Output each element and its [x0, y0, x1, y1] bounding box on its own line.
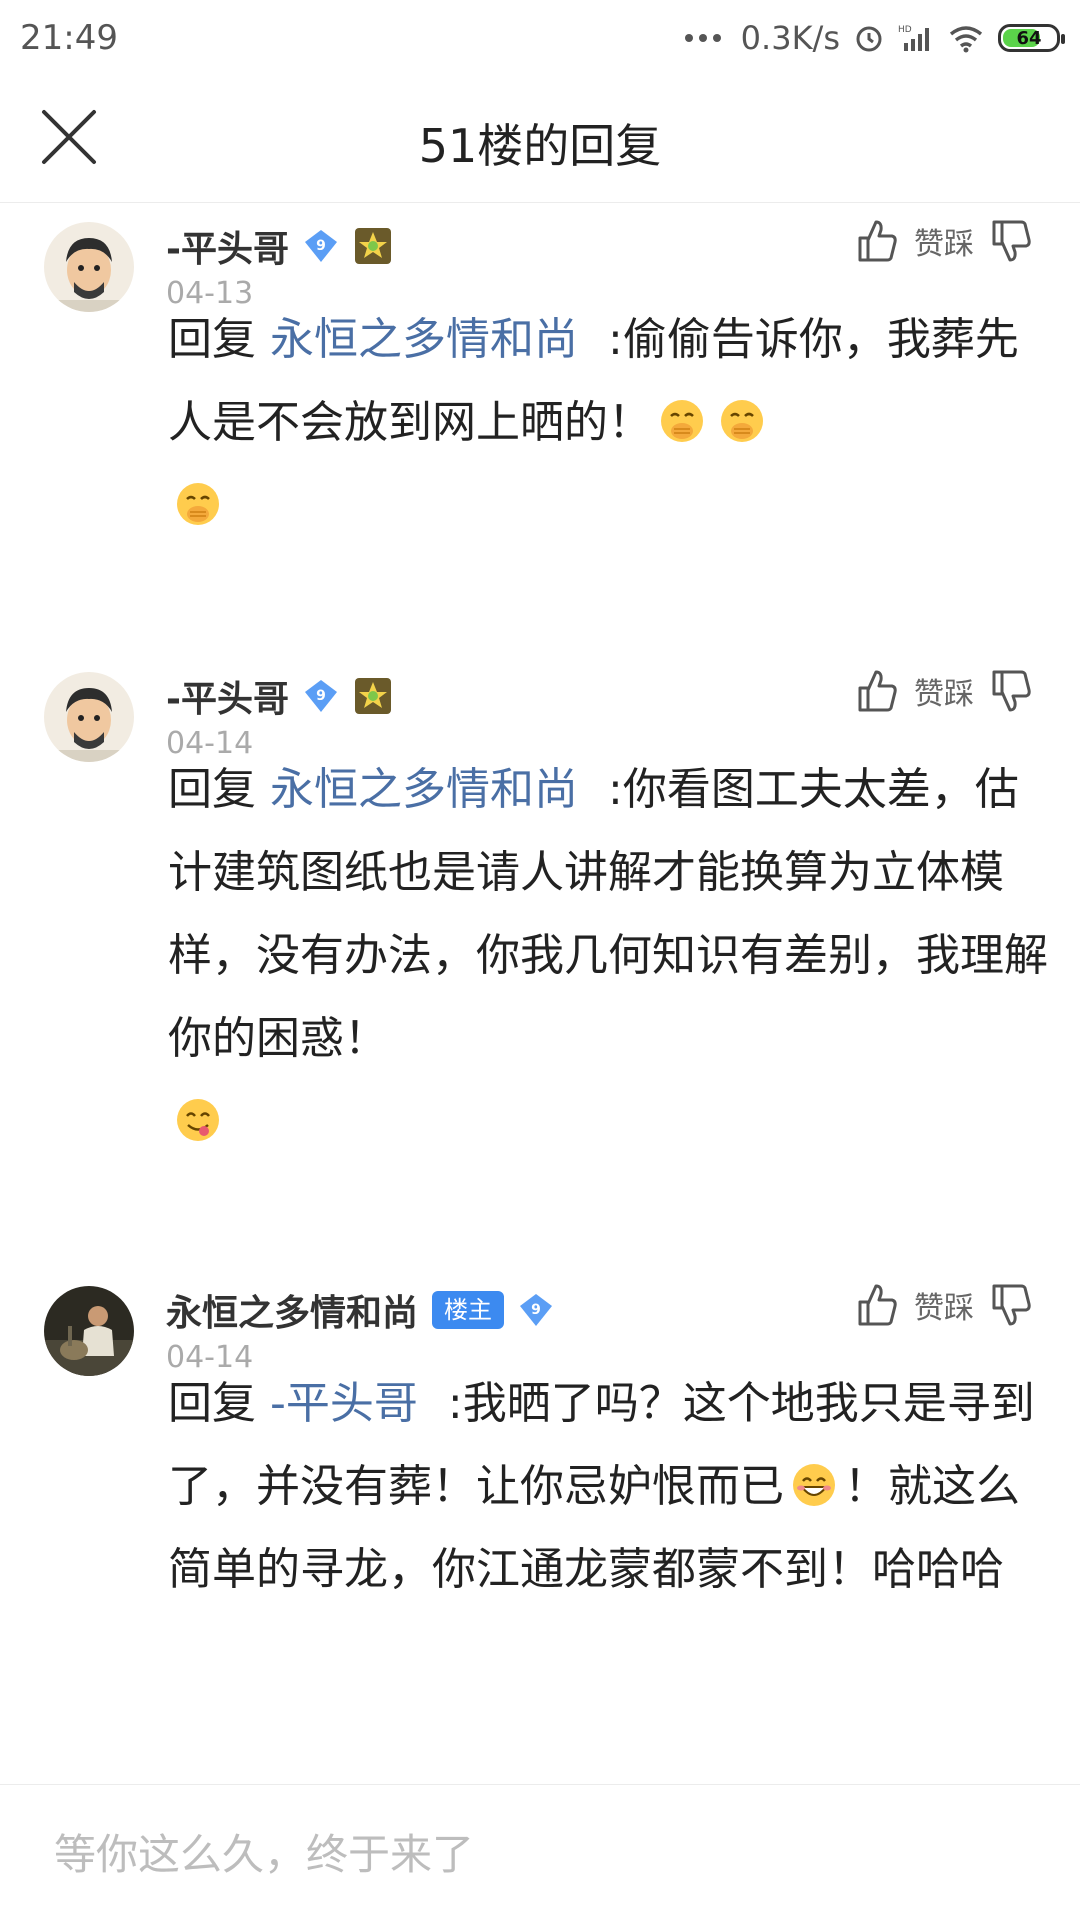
battery-icon: 64 [998, 24, 1065, 52]
vote-controls: 赞踩 [856, 1282, 1032, 1328]
hd-signal-icon: HD [898, 25, 929, 51]
vote-label: 赞踩 [914, 1291, 974, 1326]
mention-link[interactable]: 永恒之多情和尚 [270, 764, 578, 815]
alarm-icon [856, 26, 882, 52]
svg-text:HD: HD [898, 25, 912, 35]
avatar[interactable] [44, 1286, 134, 1376]
page-title: 51楼的回复 [418, 119, 662, 173]
grin-emoji [793, 1464, 835, 1506]
battery-level: 64 [1016, 27, 1042, 49]
mention-link[interactable]: -平头哥 [270, 1378, 418, 1429]
hand-over-mouth-emoji [177, 483, 219, 525]
avatar[interactable] [44, 672, 134, 762]
username[interactable]: -平头哥 9 [166, 220, 393, 272]
wifi-icon [949, 26, 983, 53]
reply-item: -平头哥 9 04-14 赞踩 回复 永恒之多情和尚:你看图工夫太差，估计建筑图纸… [0, 652, 1080, 1252]
username[interactable]: 永恒之多情和尚 楼主 9 [166, 1284, 554, 1336]
reply-item: -平头哥 9 04-13 赞踩 回复 永恒之多情和尚:偷偷告诉你，我葬先人是不会放… [0, 202, 1080, 642]
reply-prefix: 回复 [168, 1378, 256, 1429]
level-text: 9 [316, 238, 326, 254]
hand-over-mouth-emoji [721, 400, 763, 442]
reply-prefix: 回复 [168, 764, 256, 815]
reply-input[interactable] [52, 1821, 1016, 1887]
owner-badge: 楼主 [432, 1291, 505, 1329]
status-time: 21:49 [20, 18, 118, 58]
username[interactable]: -平头哥 9 [166, 670, 393, 722]
reply-item: 永恒之多情和尚 楼主 9 04-14 赞踩 回复 -平头哥:我晒了吗？这个地我只是… [0, 1266, 1080, 1766]
net-speed: 0.3K/s [740, 19, 840, 57]
thumbs-down-icon[interactable] [990, 218, 1032, 264]
reply-body: 回复 -平头哥:我晒了吗？这个地我只是寻到了，并没有葬！让你忌妒恨而已 ！就这么简单… [168, 1362, 1048, 1611]
reply-prefix: 回复 [168, 314, 256, 365]
thumbs-up-icon[interactable] [856, 668, 898, 714]
thumbs-up-icon[interactable] [856, 1282, 898, 1328]
medal-icon [354, 678, 391, 714]
status-bar: 21:49 0.3K/s HD 64 [0, 0, 1080, 76]
thumbs-down-icon[interactable] [990, 668, 1032, 714]
title-bar: 51楼的回复 [0, 76, 1080, 203]
vote-controls: 赞踩 [856, 218, 1032, 264]
thumbs-up-icon[interactable] [856, 218, 898, 264]
medal-icon [354, 228, 391, 264]
avatar[interactable] [44, 222, 134, 312]
mention-link[interactable]: 永恒之多情和尚 [270, 314, 578, 365]
vote-label: 赞踩 [914, 227, 974, 262]
username-text[interactable]: -平头哥 [166, 220, 289, 272]
hand-over-mouth-emoji [661, 400, 703, 442]
reply-body: 回复 永恒之多情和尚:你看图工夫太差，估计建筑图纸也是请人讲解才能换算为立体模样，… [168, 748, 1048, 1163]
username-text[interactable]: 永恒之多情和尚 [166, 1284, 418, 1336]
vote-label: 赞踩 [914, 677, 974, 712]
vote-controls: 赞踩 [856, 668, 1032, 714]
level-text: 9 [531, 1302, 541, 1318]
status-icons: 0.3K/s HD 64 [684, 19, 1065, 57]
level-badge-icon: 9 [303, 678, 339, 714]
reply-body: 回复 永恒之多情和尚:偷偷告诉你，我葬先人是不会放到网上晒的！ [168, 298, 1048, 547]
level-badge-icon: 9 [303, 228, 339, 264]
yum-emoji [177, 1099, 219, 1141]
level-text: 9 [316, 688, 326, 704]
reply-input-bar [0, 1784, 1080, 1921]
more-dots-icon [684, 34, 721, 42]
username-text[interactable]: -平头哥 [166, 670, 289, 722]
level-badge-icon: 9 [518, 1292, 554, 1328]
thumbs-down-icon[interactable] [990, 1282, 1032, 1328]
